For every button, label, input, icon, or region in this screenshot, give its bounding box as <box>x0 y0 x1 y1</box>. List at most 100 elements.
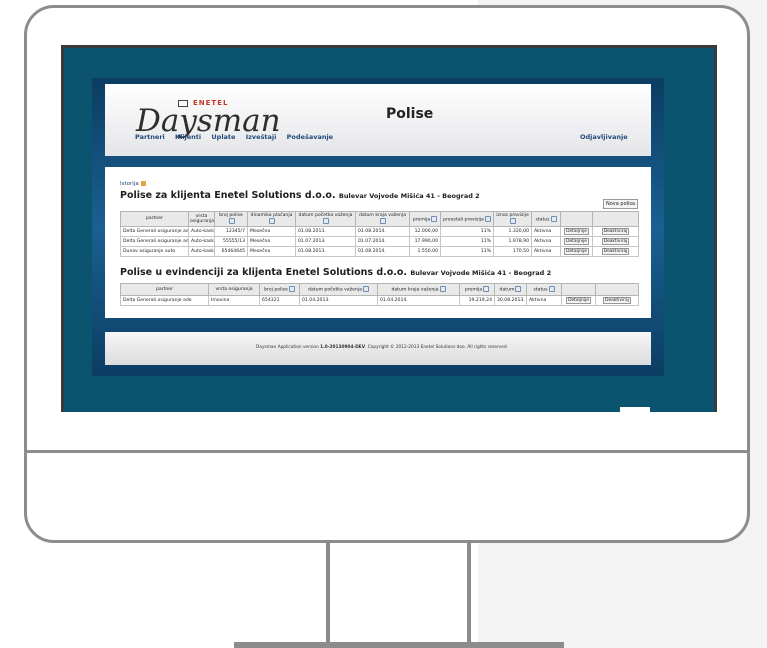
footer-version: 1.0-20130904-DEV <box>320 345 366 350</box>
sort-icon[interactable] <box>380 218 386 224</box>
section2-title: Polise u evindenciji za klijenta Enetel … <box>120 267 408 278</box>
policy-col-label: premija <box>412 217 431 222</box>
page-title: Polise <box>386 106 434 122</box>
policy-cell-text: 01.08.2014. <box>358 228 386 234</box>
evidence-col-header[interactable]: premija <box>459 283 495 296</box>
sort-icon[interactable] <box>362 286 369 293</box>
policy-cell: Dunav osiguranje auto <box>120 245 189 257</box>
policy-col-header[interactable]: dinamika plaćanja <box>247 211 296 227</box>
sort-icon[interactable] <box>548 286 555 293</box>
policy-col-header[interactable]: broj polise <box>214 211 248 227</box>
deactivate-button[interactable]: Deaktiviraj <box>601 237 630 245</box>
main-nav: Partneri Klijenti Uplate Izveštaji Podeš… <box>135 133 341 141</box>
breadcrumb[interactable]: Istorija <box>120 181 146 187</box>
policy-cell-text: 01.08.2014. <box>358 248 386 254</box>
policy-cell: Aktivna <box>531 225 561 237</box>
policy-col-label: status <box>535 217 550 222</box>
policy-cell-text: Delta Generali osiguranje ado <box>123 228 189 234</box>
policy-cell: 11% <box>440 225 494 237</box>
evidence-col-label: partner <box>155 287 174 292</box>
policy-cell-text: 11% <box>480 238 491 244</box>
policy-col-header[interactable]: datum kraja važenja <box>355 211 410 227</box>
policy-cell: 11% <box>440 235 494 247</box>
deactivate-button[interactable]: Deaktiviraj <box>601 247 630 255</box>
policy-cell-text: Auto-kasko <box>191 228 215 234</box>
breadcrumb-label[interactable]: Istorija <box>120 181 139 187</box>
policy-cell-text: Dunav osiguranje auto <box>123 248 176 254</box>
policy-cell-text: 01.07.2014. <box>358 238 386 244</box>
section1-title: Polise za klijenta Enetel Solutions d.o.… <box>120 190 336 201</box>
policy-col-header[interactable]: datum početka važenja <box>295 211 356 227</box>
section2-address: Bulevar Vojvode Mišića 41 - Beograd 2 <box>410 269 552 277</box>
details-button[interactable]: Detaljnije <box>564 247 589 255</box>
policy-col-header[interactable]: premija <box>409 211 441 227</box>
policy-col-header <box>592 211 639 227</box>
evidence-cell: 01.04.2013. <box>299 295 378 306</box>
sort-icon[interactable] <box>288 286 295 293</box>
sort-icon[interactable] <box>323 218 329 224</box>
evidence-cell: Detaljnije <box>561 295 596 306</box>
evidence-col-header[interactable]: status <box>526 283 562 296</box>
logout-link[interactable]: Odjavljivanje <box>580 133 628 141</box>
evidence-col-label: status <box>533 287 548 293</box>
policy-cell-text: 1.320,00 <box>508 228 529 234</box>
nav-izvestaji[interactable]: Izveštaji <box>246 133 277 141</box>
sort-icon[interactable] <box>484 215 491 222</box>
evidence-col-label: vrsta osiguranja <box>215 287 253 292</box>
policy-cell: 01.07.2014. <box>355 235 410 247</box>
policy-cell-text: 12345/7 <box>225 228 245 234</box>
policy-cell-text: 65464645 <box>221 248 245 254</box>
policy-cell-text: 01.07.2013. <box>298 238 326 244</box>
policy-cell: 01.08.2013. <box>295 225 356 237</box>
screen-reflection-gap <box>620 407 650 412</box>
details-button[interactable]: Detaljnije <box>564 227 589 235</box>
policy-col-header <box>560 211 593 227</box>
section1-heading: Polise za klijenta Enetel Solutions d.o.… <box>120 190 480 201</box>
policy-cell: 170,50 <box>493 245 532 257</box>
sort-icon[interactable] <box>269 218 275 224</box>
nav-podesavanje[interactable]: Podešavanje <box>287 133 333 141</box>
policy-cell: 01.08.2013. <box>295 245 356 257</box>
evidence-cell: 01.04.2014. <box>377 295 460 306</box>
deactivate-button[interactable]: Deaktiviraj <box>601 227 630 235</box>
evidence-col-header: vrsta osiguranja <box>208 283 260 296</box>
evidence-col-header[interactable]: datum početka važenja <box>299 283 378 296</box>
sort-icon[interactable] <box>431 215 438 222</box>
policy-cell-text: 170,50 <box>512 248 529 254</box>
policy-col-header[interactable]: iznos provizije <box>493 211 532 227</box>
evidence-col-header <box>561 283 596 296</box>
monitor-stand-left <box>326 541 330 644</box>
policy-cell: Detaljnije <box>560 225 593 237</box>
policy-cell: 01.08.2014. <box>355 245 410 257</box>
sort-icon[interactable] <box>515 286 522 293</box>
policy-cell: 01.08.2014. <box>355 225 410 237</box>
evidence-row: Delta Generali osiguranje ado Imovina 6543… <box>120 295 639 306</box>
sort-icon[interactable] <box>439 286 446 293</box>
nav-uplate[interactable]: Uplate <box>211 133 235 141</box>
footer-suffix: . Copyright © 2012-2013 Enetel Solutions… <box>365 345 508 350</box>
policy-col-header[interactable]: status <box>531 211 561 227</box>
sort-icon[interactable] <box>550 215 557 222</box>
evidence-cell-text: 654321 <box>262 298 280 303</box>
evidence-col-header[interactable]: datum <box>494 283 527 296</box>
sort-icon[interactable] <box>228 218 235 224</box>
sort-icon[interactable] <box>510 218 516 224</box>
sort-icon[interactable] <box>483 286 490 293</box>
deactivate-button[interactable]: Deaktiviraj <box>603 297 631 304</box>
policy-col-header[interactable]: preostali provizija <box>440 211 494 227</box>
policy-cell-text: 17.990,00 <box>414 238 438 244</box>
details-button[interactable]: Detaljnije <box>564 237 589 245</box>
policy-cell: 12345/7 <box>214 225 248 237</box>
policy-col-header: vrsta osiguranja <box>188 211 215 227</box>
evidence-col-header: partner <box>120 283 209 296</box>
policy-col-header: partner <box>120 211 189 227</box>
evidence-cell: Deaktiviraj <box>595 295 639 306</box>
evidence-col-header[interactable]: broj polise <box>259 283 300 296</box>
evidence-col-header[interactable]: datum kraja važenja <box>377 283 460 296</box>
new-policy-button[interactable]: Nova polisa <box>603 199 639 209</box>
nav-klijenti[interactable]: Klijenti <box>175 133 201 141</box>
nav-partneri[interactable]: Partneri <box>135 133 165 141</box>
details-button[interactable]: Detaljnije <box>566 297 591 304</box>
policy-cell: Deaktiviraj <box>592 245 639 257</box>
evidence-cell: Aktivna <box>526 295 562 306</box>
